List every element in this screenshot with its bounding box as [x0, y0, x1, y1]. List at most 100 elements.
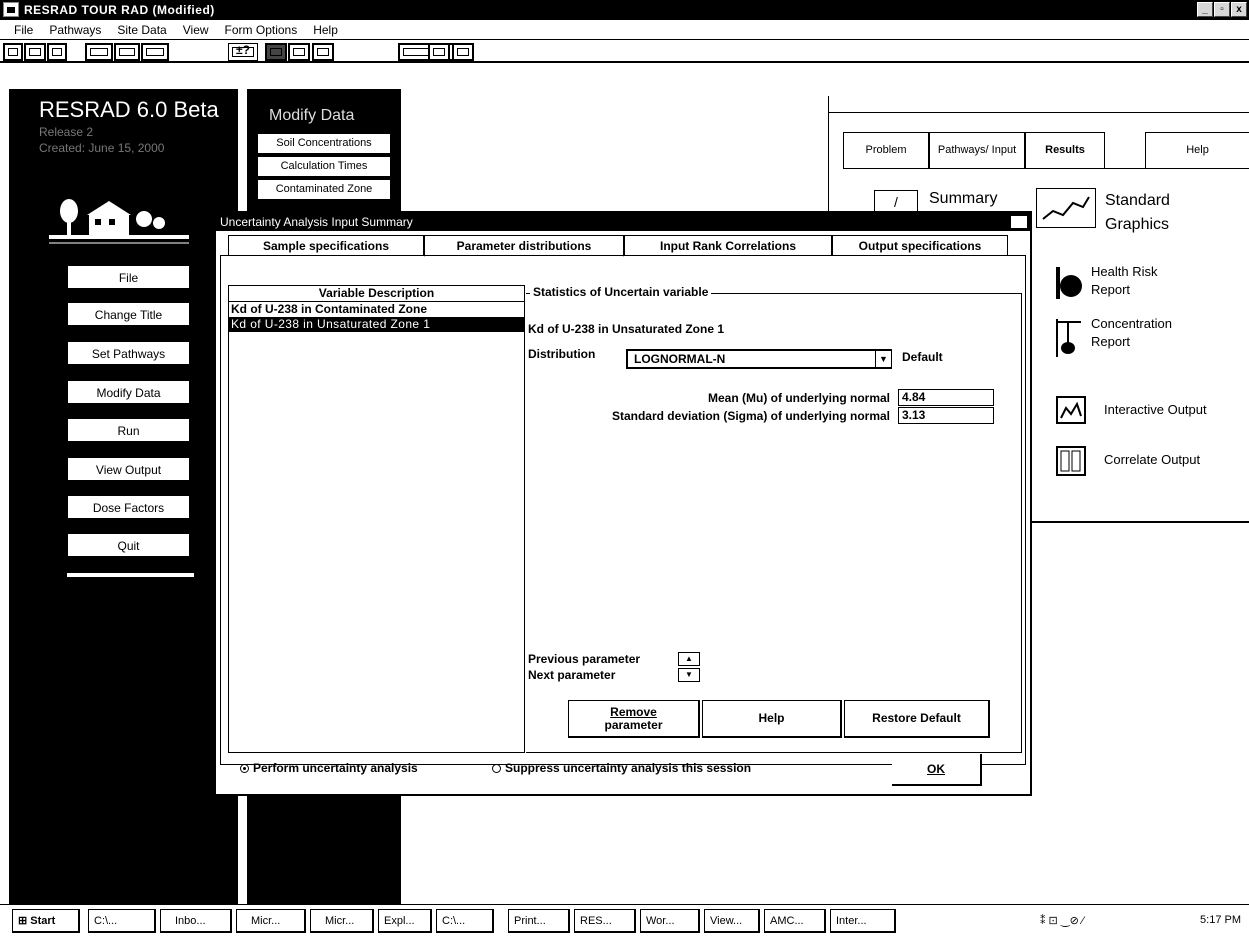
- task-button-5[interactable]: Expl...: [378, 909, 432, 933]
- form-icon[interactable]: [85, 43, 113, 61]
- remove-parameter-button[interactable]: Remove parameter: [568, 700, 700, 738]
- start-button[interactable]: ⊞ Start: [12, 909, 80, 933]
- modify-data-title: Modify Data: [269, 107, 355, 124]
- menu-help[interactable]: Help: [305, 23, 346, 37]
- tab-sample-specifications[interactable]: Sample specifications: [228, 235, 424, 255]
- tab-help[interactable]: Help: [1145, 132, 1249, 168]
- correlate-output-icon[interactable]: [1056, 446, 1086, 476]
- task-button-8[interactable]: RES...: [574, 909, 636, 933]
- quit-button[interactable]: Quit: [67, 533, 190, 557]
- ok-button[interactable]: OK: [892, 754, 982, 786]
- calculator-icon[interactable]: [265, 43, 287, 61]
- concentration-icon[interactable]: [1055, 318, 1083, 358]
- window-title: RESRAD TOUR RAD (Modified): [24, 3, 215, 17]
- open-icon[interactable]: [24, 43, 46, 61]
- menu-file[interactable]: File: [6, 23, 41, 37]
- panel-divider: [67, 573, 194, 577]
- tab-results[interactable]: Results: [1025, 132, 1105, 168]
- contaminated-zone-button[interactable]: Contaminated Zone: [258, 180, 390, 199]
- modify-data-button[interactable]: Modify Data: [67, 380, 190, 404]
- chevron-down-icon[interactable]: ▼: [875, 351, 891, 368]
- close-button[interactable]: x: [1231, 2, 1247, 17]
- task-button-3[interactable]: Micr...: [236, 909, 306, 933]
- maximize-button[interactable]: ▫: [1214, 2, 1230, 17]
- sd-label: Standard deviation (Sigma) of underlying…: [611, 409, 890, 423]
- task-button-12[interactable]: Inter...: [830, 909, 896, 933]
- dose-factors-button[interactable]: Dose Factors: [67, 495, 190, 519]
- health-risk-icon[interactable]: [1055, 266, 1083, 300]
- task-button-11[interactable]: AMC...: [764, 909, 826, 933]
- interactive-output-icon[interactable]: [1056, 396, 1086, 424]
- dialog-close-button[interactable]: [1010, 215, 1028, 229]
- remove-label-1: Remove: [610, 704, 657, 719]
- summary-icon[interactable]: /: [874, 190, 918, 212]
- mean-input[interactable]: 4.84: [898, 389, 994, 406]
- file-button[interactable]: File: [67, 265, 190, 289]
- title-bar: RESRAD TOUR RAD (Modified) _ ▫ x: [0, 0, 1249, 20]
- plusminus-label: ±?: [236, 43, 250, 57]
- print-icon[interactable]: [428, 43, 450, 61]
- task-button-6[interactable]: C:\...: [436, 909, 494, 933]
- app-brand: RESRAD 6.0 Beta: [39, 97, 219, 122]
- standard-graphics-label-2[interactable]: Graphics: [1105, 216, 1169, 234]
- standard-graphics-label-1[interactable]: Standard: [1105, 192, 1170, 210]
- calculation-times-button[interactable]: Calculation Times: [258, 157, 390, 176]
- task-button-10[interactable]: View...: [704, 909, 760, 933]
- perform-analysis-label: Perform uncertainty analysis: [253, 761, 418, 775]
- tab-output-specifications[interactable]: Output specifications: [832, 235, 1008, 255]
- sd-input[interactable]: 3.13: [898, 407, 994, 424]
- task-button-1[interactable]: C:\...: [88, 909, 156, 933]
- tab-problem[interactable]: Problem: [843, 132, 929, 168]
- menu-site-data[interactable]: Site Data: [109, 23, 174, 37]
- dialog-title: Uncertainty Analysis Input Summary: [216, 213, 1030, 231]
- task-button-7[interactable]: Print...: [508, 909, 570, 933]
- interactive-output-label[interactable]: Interactive Output: [1104, 402, 1207, 417]
- view-output-button[interactable]: View Output: [67, 457, 190, 481]
- distribution-select[interactable]: LOGNORMAL-N ▼: [626, 349, 892, 369]
- health-risk-label-1[interactable]: Health Risk: [1091, 264, 1157, 279]
- suppress-analysis-label: Suppress uncertainty analysis this sessi…: [505, 761, 752, 775]
- menu-pathways[interactable]: Pathways: [41, 23, 109, 37]
- concentration-label-1[interactable]: Concentration: [1091, 316, 1172, 331]
- previous-parameter-up-icon[interactable]: ▲: [678, 652, 700, 666]
- tab-pathways-input[interactable]: Pathways/ Input: [929, 132, 1025, 168]
- standard-graphics-icon[interactable]: [1036, 188, 1096, 228]
- help-button[interactable]: Help: [702, 700, 842, 738]
- save-icon[interactable]: [47, 43, 67, 61]
- variable-row-contaminated[interactable]: Kd of U-238 in Contaminated Zone: [229, 302, 524, 317]
- created-label: Created: June 15, 2000: [39, 141, 165, 155]
- run-button[interactable]: Run: [67, 418, 190, 442]
- window-icon[interactable]: [114, 43, 140, 61]
- task-button-2[interactable]: Inbo...: [160, 909, 232, 933]
- variable-row-unsaturated[interactable]: Kd of U-238 in Unsaturated Zone 1: [229, 317, 524, 332]
- suppress-analysis-radio[interactable]: Suppress uncertainty analysis this sessi…: [492, 761, 751, 775]
- variable-list[interactable]: Variable Description Kd of U-238 in Cont…: [228, 285, 525, 753]
- correlate-output-label[interactable]: Correlate Output: [1104, 452, 1200, 467]
- tab-parameter-distributions[interactable]: Parameter distributions: [424, 235, 624, 257]
- perform-analysis-radio[interactable]: Perform uncertainty analysis: [240, 761, 418, 775]
- next-parameter-down-icon[interactable]: ▼: [678, 668, 700, 682]
- chart-icon[interactable]: [312, 43, 334, 61]
- minimize-button[interactable]: _: [1197, 2, 1213, 17]
- window2-icon[interactable]: [141, 43, 169, 61]
- summary-label[interactable]: Summary: [929, 190, 997, 208]
- new-icon[interactable]: [3, 43, 23, 61]
- task-button-4[interactable]: Micr...: [310, 909, 374, 933]
- task-button-9[interactable]: Wor...: [640, 909, 700, 933]
- change-title-button[interactable]: Change Title: [67, 302, 190, 326]
- windows-logo-icon: ⊞: [18, 915, 31, 927]
- start-label: Start: [30, 915, 56, 927]
- uncertainty-button[interactable]: ±?: [228, 43, 258, 61]
- menu-view[interactable]: View: [175, 23, 217, 37]
- soil-concentrations-button[interactable]: Soil Concentrations: [258, 134, 390, 153]
- taskbar: ⊞ Start C:\... Inbo... Micr... Micr... E…: [0, 904, 1249, 937]
- graph-icon[interactable]: [288, 43, 310, 61]
- tab-input-rank-correlations[interactable]: Input Rank Correlations: [624, 235, 832, 255]
- health-risk-label-2[interactable]: Report: [1091, 282, 1130, 297]
- previous-parameter-label: Previous parameter: [528, 652, 641, 666]
- panel-icon[interactable]: [452, 43, 474, 61]
- concentration-label-2[interactable]: Report: [1091, 334, 1130, 349]
- menu-form-options[interactable]: Form Options: [217, 23, 306, 37]
- restore-default-button[interactable]: Restore Default: [844, 700, 990, 738]
- set-pathways-button[interactable]: Set Pathways: [67, 341, 190, 365]
